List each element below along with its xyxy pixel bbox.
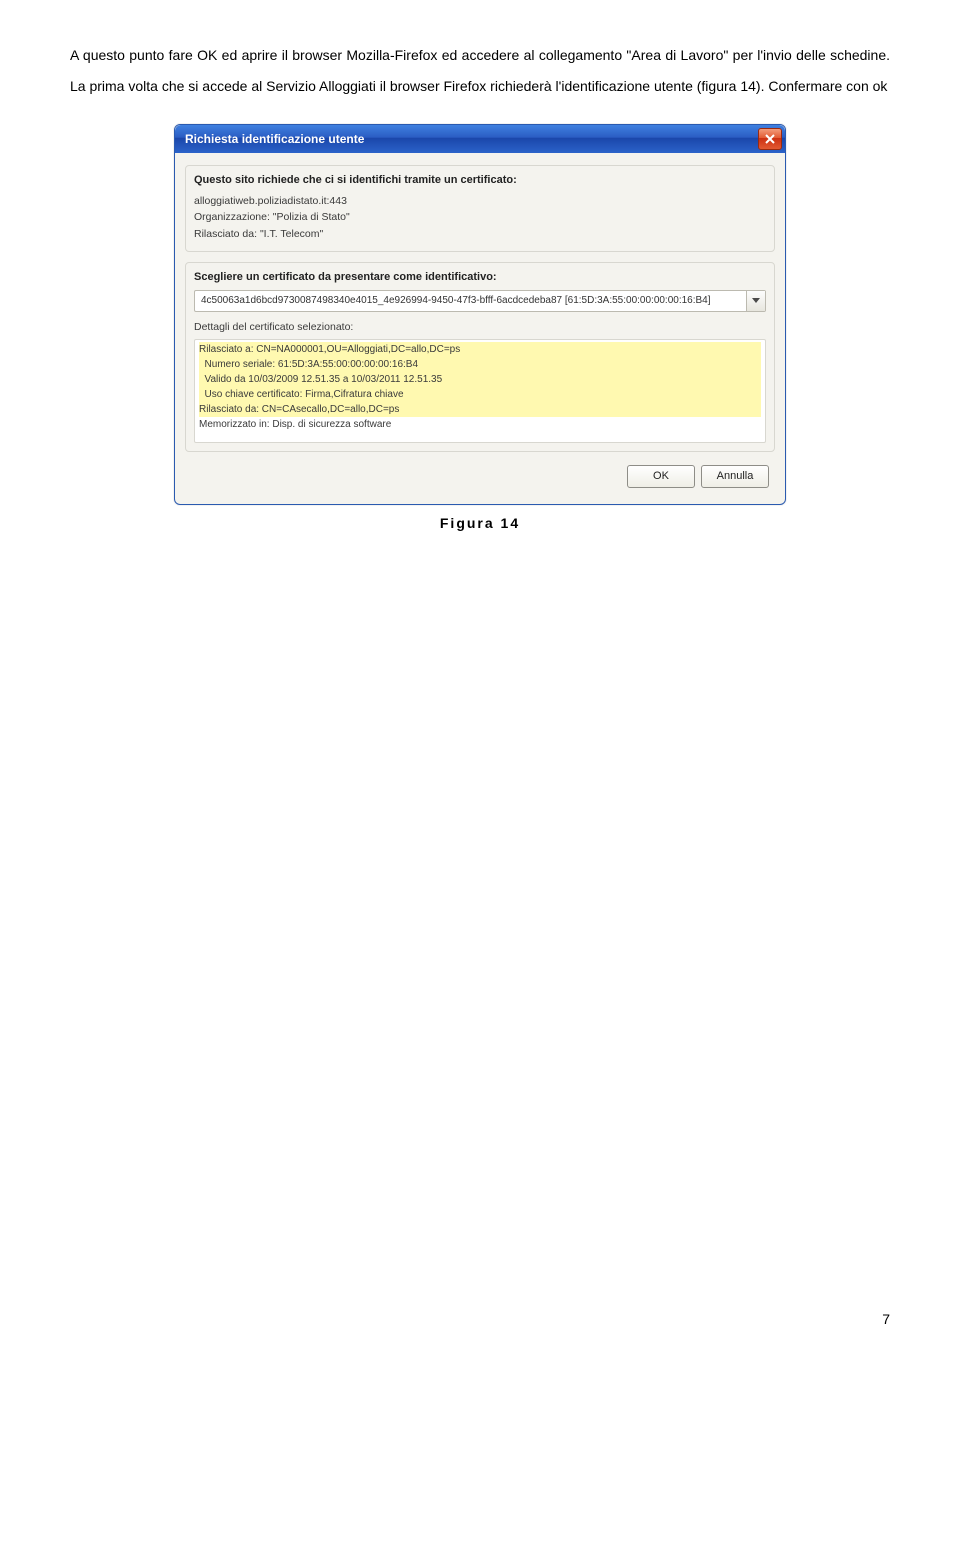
cancel-button[interactable]: Annulla [701, 465, 769, 488]
cert-dropdown-value: 4c50063a1d6bcd9730087498340e4015_4e92699… [195, 295, 746, 306]
page-number: 7 [0, 1311, 960, 1357]
detail-line: Uso chiave certificato: Firma,Cifratura … [199, 387, 761, 402]
choose-cert-group: Scegliere un certificato da presentare c… [185, 262, 775, 452]
cert-dropdown[interactable]: 4c50063a1d6bcd9730087498340e4015_4e92699… [194, 290, 766, 312]
cert-details: Rilasciato a: CN=NA000001,OU=Alloggiati,… [194, 339, 766, 443]
details-label: Dettagli del certificato selezionato: [194, 319, 766, 336]
dialog-titlebar: Richiesta identificazione utente [175, 125, 785, 153]
main-paragraph: A questo punto fare OK ed aprire il brow… [70, 40, 890, 102]
choose-cert-heading: Scegliere un certificato da presentare c… [194, 271, 766, 283]
site-cert-group: Questo sito richiede che ci si identific… [185, 165, 775, 252]
dropdown-arrow[interactable] [746, 291, 765, 311]
detail-line: Numero seriale: 61:5D:3A:55:00:00:00:00:… [199, 357, 761, 372]
site-org: Organizzazione: "Polizia di Stato" [194, 209, 766, 226]
detail-line: Memorizzato in: Disp. di sicurezza softw… [199, 419, 391, 430]
dialog-button-row: OK Annulla [185, 462, 775, 494]
close-icon [765, 134, 775, 144]
detail-line: Rilasciato da: CN=CAsecallo,DC=allo,DC=p… [199, 402, 761, 417]
dialog-screenshot: Richiesta identificazione utente Questo … [70, 124, 890, 505]
identification-dialog: Richiesta identificazione utente Questo … [174, 124, 786, 505]
site-cert-heading: Questo sito richiede che ci si identific… [194, 174, 766, 186]
dialog-title: Richiesta identificazione utente [185, 132, 758, 146]
chevron-down-icon [752, 298, 760, 303]
close-button[interactable] [758, 128, 782, 150]
site-issuer: Rilasciato da: "I.T. Telecom" [194, 226, 766, 243]
detail-line: Rilasciato a: CN=NA000001,OU=Alloggiati,… [199, 342, 761, 357]
detail-line: Valido da 10/03/2009 12.51.35 a 10/03/20… [199, 372, 761, 387]
figure-caption: Figura 14 [70, 515, 890, 531]
site-host: alloggiatiweb.poliziadistato.it:443 [194, 193, 766, 210]
ok-button[interactable]: OK [627, 465, 695, 488]
